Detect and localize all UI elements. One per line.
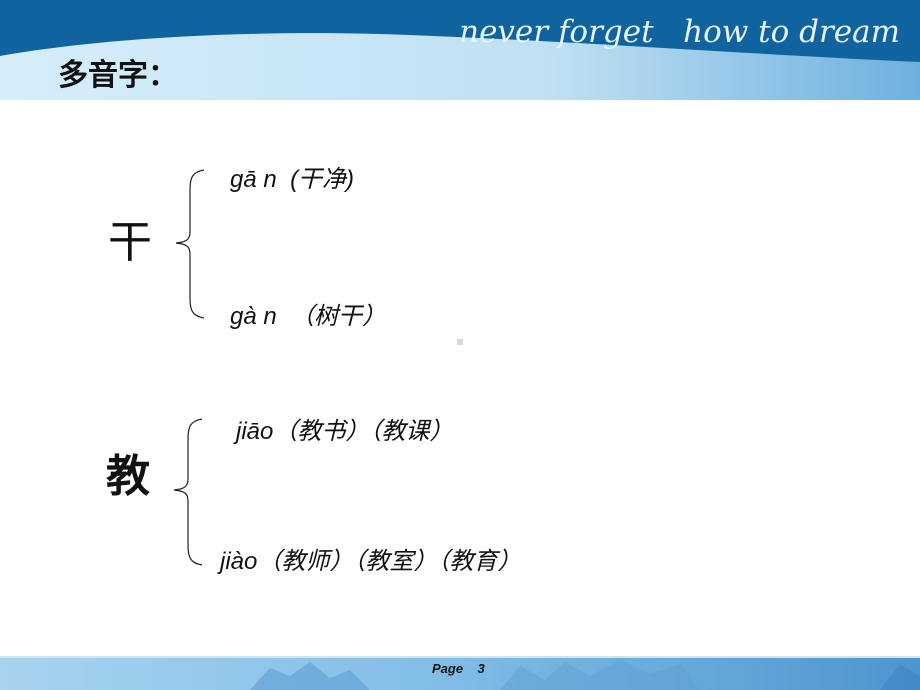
page-title: 多音字： — [58, 58, 178, 93]
pinyin: gā n — [230, 166, 277, 193]
page-label: Page — [432, 661, 464, 676]
slide-header: never forget how to dream 多音字： — [0, 0, 920, 100]
page-value: 3 — [477, 661, 485, 676]
pinyin: gà n — [230, 303, 277, 330]
examples: (干净) — [290, 166, 355, 193]
placeholder-marker — [457, 339, 463, 345]
character-gan: 干 — [108, 217, 152, 268]
pinyin: jiào — [220, 548, 258, 575]
reading-jiao-1: jiāo（教书）（教课） — [236, 411, 453, 446]
reading-jiao-2: jiào（教师）（教室）（教育） — [220, 541, 521, 576]
reading-gan-2: gà n （树干） — [230, 296, 386, 331]
brace-icon — [173, 418, 203, 566]
page-number: Page 3 — [432, 661, 485, 676]
slogan-text: never forget how to dream — [459, 14, 900, 50]
pinyin: jiāo — [236, 418, 274, 445]
examples: （教书）（教课） — [273, 418, 454, 445]
examples: （树干） — [290, 303, 387, 330]
character-jiao: 教 — [106, 451, 150, 502]
brace-icon — [175, 169, 205, 319]
examples: （教师）（教室）（教育） — [257, 548, 522, 575]
reading-gan-1: gā n (干净) — [230, 159, 354, 194]
